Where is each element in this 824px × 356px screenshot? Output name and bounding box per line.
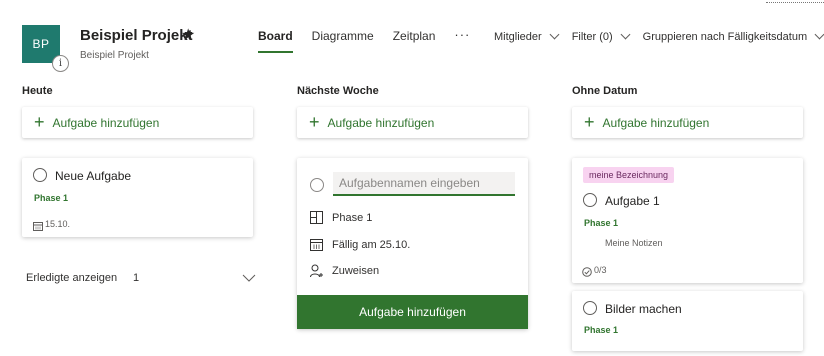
filter-bar: Mitglieder Filter (0) Gruppieren nach Fä…: [494, 29, 824, 43]
due-date-label: Fällig am 25.10.: [332, 239, 411, 251]
task-bucket-phase: Phase 1: [584, 218, 619, 228]
add-task-label: Aufgabe hinzufügen: [602, 115, 710, 130]
chevron-down-icon: [620, 29, 631, 39]
task-title: Aufgabe 1: [605, 194, 660, 208]
group-by-label: Gruppieren nach Fälligkeitsdatum: [642, 31, 808, 43]
favorite-star-icon[interactable]: ★: [181, 25, 195, 45]
plus-icon: +: [309, 111, 320, 132]
info-icon[interactable]: i: [52, 55, 69, 72]
task-card-neue-aufgabe[interactable]: Neue Aufgabe Phase 1 15.10.: [22, 158, 253, 237]
members-label: Mitglieder: [494, 31, 542, 43]
task-label-tag: meine Bezeichnung: [583, 167, 675, 183]
more-icon[interactable]: ···: [454, 27, 470, 42]
completed-count: 1: [133, 272, 140, 284]
task-notes: Meine Notizen: [605, 238, 663, 248]
checklist-progress: 0/3: [594, 265, 607, 275]
plus-icon: +: [584, 111, 595, 132]
calendar-icon: [310, 238, 324, 252]
members-dropdown[interactable]: Mitglieder: [494, 29, 560, 43]
new-task-editor: Phase 1 Fällig am 25.10. Zuweisen Aufgab…: [297, 158, 528, 329]
filter-dropdown[interactable]: Filter (0): [571, 29, 631, 43]
add-task-submit-button[interactable]: Aufgabe hinzufügen: [297, 295, 528, 329]
view-tabs: Board Diagramme Zeitplan ···: [258, 27, 470, 53]
assign-selector[interactable]: Zuweisen: [310, 264, 379, 278]
plan-header: BP i Beispiel Projekt ★ Beispiel Projekt…: [0, 0, 824, 80]
complete-circle-icon[interactable]: [33, 168, 47, 182]
bucket-title-next-week: Nächste Woche: [297, 85, 379, 97]
chevron-down-icon: [814, 29, 824, 39]
chevron-down-icon[interactable]: [242, 269, 256, 287]
filter-label: Filter (0): [571, 31, 613, 43]
group-by-dropdown[interactable]: Gruppieren nach Fälligkeitsdatum: [642, 29, 824, 43]
person-add-icon: [310, 264, 324, 278]
show-completed-toggle[interactable]: Erledigte anzeigen: [26, 272, 117, 284]
bucket-title-no-date: Ohne Datum: [572, 85, 638, 97]
chevron-down-icon: [549, 29, 560, 39]
plan-title: Beispiel Projekt: [80, 27, 193, 44]
complete-circle-icon: [310, 178, 324, 192]
plus-icon: +: [34, 111, 45, 132]
due-date-selector[interactable]: Fällig am 25.10.: [310, 238, 410, 252]
task-bucket-phase: Phase 1: [584, 325, 619, 335]
bucket-selector[interactable]: Phase 1: [310, 211, 372, 225]
complete-circle-icon[interactable]: [583, 301, 597, 315]
add-task-label: Aufgabe hinzufügen: [52, 115, 160, 130]
add-task-button-today[interactable]: + Aufgabe hinzufügen: [22, 107, 253, 138]
task-card-aufgabe-1[interactable]: meine Bezeichnung Aufgabe 1 Phase 1 Mein…: [572, 158, 803, 283]
task-title: Neue Aufgabe: [55, 169, 132, 183]
task-bucket-phase: Phase 1: [34, 193, 69, 203]
complete-circle-icon[interactable]: [583, 193, 597, 207]
task-card-bilder-machen[interactable]: Bilder machen Phase 1: [572, 291, 803, 351]
task-due-date: 15.10.: [45, 219, 71, 229]
bucket-title-today: Heute: [22, 85, 53, 97]
task-name-input[interactable]: [333, 172, 515, 196]
checklist-icon: [582, 264, 592, 282]
calendar-icon: [33, 218, 43, 236]
task-title: Bilder machen: [605, 302, 682, 316]
add-task-label: Aufgabe hinzufügen: [327, 115, 435, 130]
add-task-button-no-date[interactable]: + Aufgabe hinzufügen: [572, 107, 803, 138]
plan-subtitle: Beispiel Projekt: [80, 50, 149, 61]
assign-label: Zuweisen: [332, 265, 380, 277]
bucket-label: Phase 1: [332, 212, 373, 224]
tab-zeitplan[interactable]: Zeitplan: [393, 29, 436, 44]
tab-diagramme[interactable]: Diagramme: [312, 29, 374, 44]
board-layout-icon: [310, 211, 324, 225]
add-task-button-next-week[interactable]: + Aufgabe hinzufügen: [297, 107, 528, 138]
tab-board[interactable]: Board: [258, 29, 293, 53]
